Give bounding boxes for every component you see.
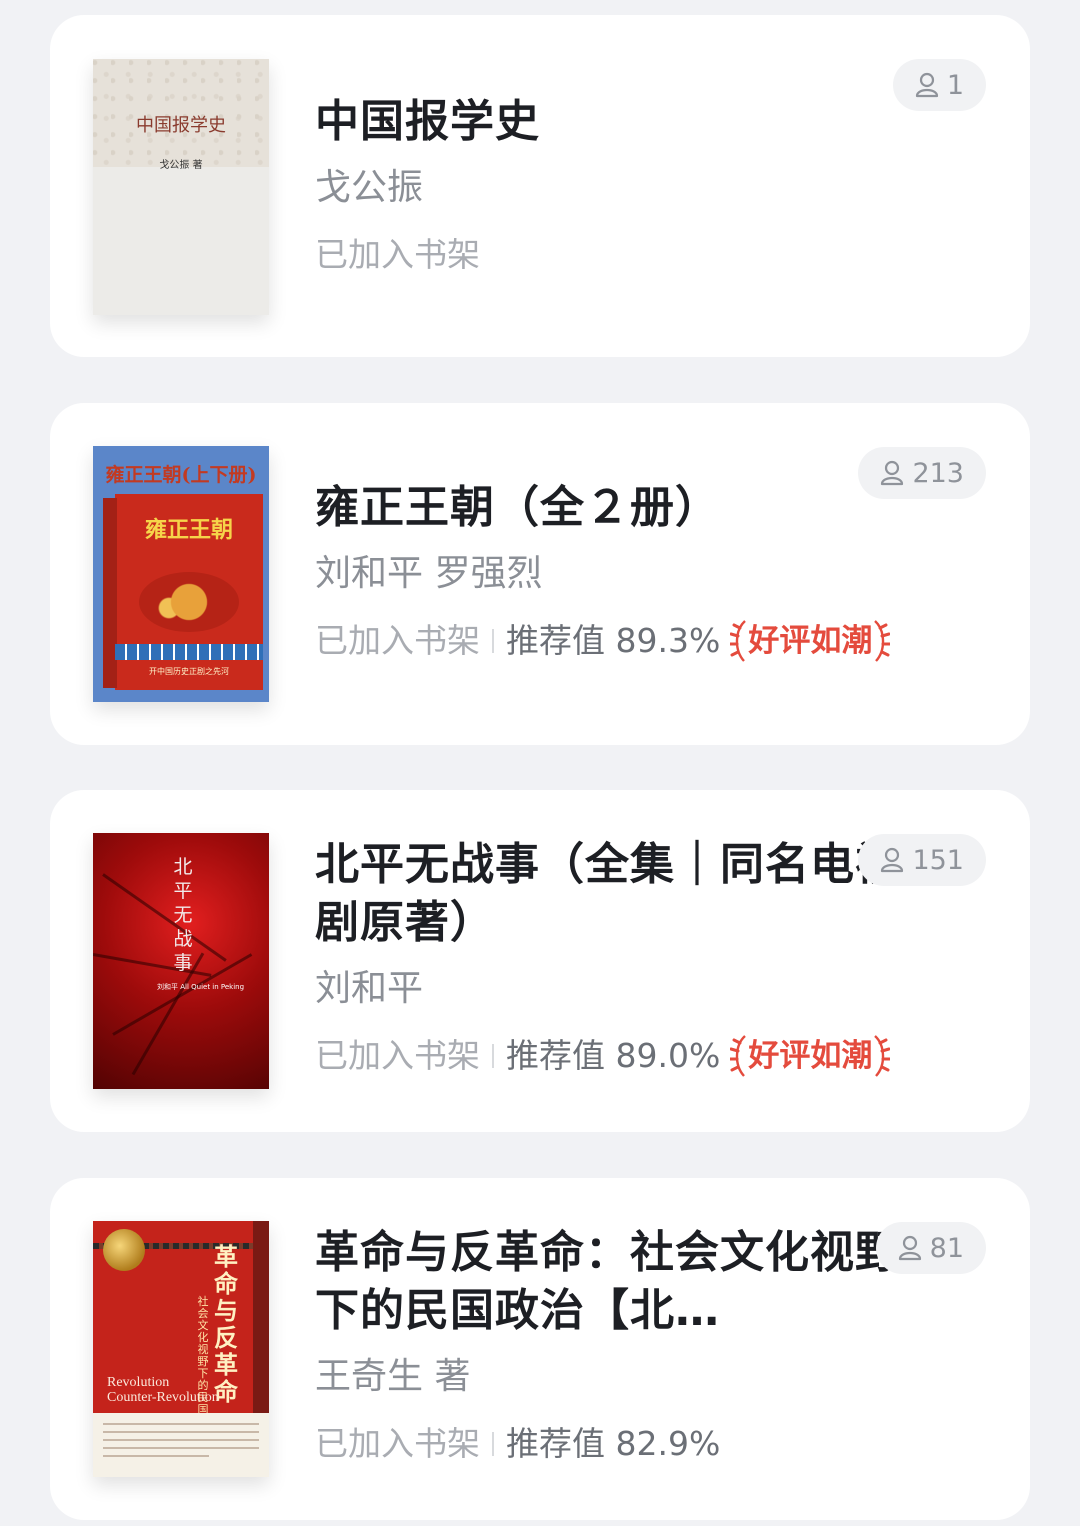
recommend-value: 推荐值 89.3% <box>506 621 721 660</box>
book-meta: 已加入书架 推荐值 82.9% <box>315 1420 920 1468</box>
cover-small-text: 刘和平 All Quiet in Peking <box>157 983 245 991</box>
laurel-right-icon <box>874 620 891 662</box>
cover-blurb-line <box>103 1439 259 1441</box>
book-meta: 已加入书架 <box>315 231 920 279</box>
badge-label: 好评如潮 <box>748 1038 873 1074</box>
cover-author: 戈公振 著 <box>159 160 203 171</box>
recommend-value: 推荐值 89.0% <box>506 1036 721 1075</box>
meta-divider <box>492 1044 494 1068</box>
cover-lantern-art <box>103 1229 145 1271</box>
shelf-status: 已加入书架 <box>315 235 480 274</box>
reader-count: 151 <box>912 844 964 876</box>
badge-label: 好评如潮 <box>748 623 873 659</box>
cover-vein <box>102 873 227 962</box>
book-title[interactable]: 雍正王朝（全２册） <box>315 479 920 537</box>
reader-count-pill[interactable]: 151 <box>858 834 986 886</box>
cover-english-line: Counter-Revolution <box>107 1390 219 1405</box>
book-title[interactable]: 北平无战事（全集｜同名电视剧原著） <box>315 836 920 952</box>
cover-blurb-line <box>103 1455 209 1457</box>
book-meta: 已加入书架 推荐值 89.3% 好评如潮 <box>315 617 920 665</box>
book-meta: 已加入书架 推荐值 89.0% 好评如潮 <box>315 1032 920 1080</box>
cover-title: 北平无战事 <box>173 856 193 974</box>
shelf-status: 已加入书架 <box>315 1036 480 1075</box>
cover-blurb-line <box>103 1423 259 1425</box>
book-card[interactable]: 革命与反革命 社会文化视野下的民国政治 Revolution Counter-R… <box>50 1178 1030 1520</box>
laurel-left-icon <box>730 1035 747 1077</box>
book-author[interactable]: 刘和平 罗强烈 <box>315 549 920 599</box>
book-card[interactable]: 中国报学史 戈公振 著 中国报学史 戈公振 已加入书架 1 <box>50 15 1030 357</box>
cover-strip <box>253 1221 269 1413</box>
meta-divider <box>492 1432 494 1456</box>
cover-title: 中国报学史 <box>136 115 226 136</box>
cover-dragon-art <box>139 572 239 632</box>
shelf-status: 已加入书架 <box>315 1424 480 1463</box>
cover-top-title: 雍正王朝(上下册) <box>105 464 257 486</box>
book-cover[interactable]: 中国报学史 戈公振 著 <box>93 59 269 315</box>
person-icon <box>915 72 938 98</box>
cover-blurb-area <box>93 1413 269 1477</box>
recommend-value: 推荐值 82.9% <box>506 1424 721 1463</box>
person-icon <box>898 1235 921 1261</box>
book-title[interactable]: 中国报学史 <box>315 93 920 151</box>
book-card[interactable]: 北平无战事 刘和平 All Quiet in Peking 北平无战事（全集｜同… <box>50 790 1030 1132</box>
cover-title: 雍正王朝 <box>144 517 233 543</box>
cover-blurb-line <box>103 1447 259 1449</box>
shelf-status: 已加入书架 <box>315 621 480 660</box>
reader-count: 81 <box>929 1232 964 1264</box>
cover-slogan: 开中国历史正剧之先河 <box>149 667 229 676</box>
cover-english-line: Revolution <box>107 1375 170 1390</box>
rating-badge: 好评如潮 <box>730 1032 891 1080</box>
laurel-left-icon <box>730 620 747 662</box>
book-cover[interactable]: 北平无战事 刘和平 All Quiet in Peking <box>93 833 269 1089</box>
person-icon <box>881 847 904 873</box>
book-card[interactable]: 雍正王朝(上下册) 雍正王朝 开中国历史正剧之先河 雍正王朝（全２册） 刘和平 … <box>50 403 1030 745</box>
reader-count: 213 <box>912 457 964 489</box>
person-icon <box>881 460 904 486</box>
cover-blurb-line <box>103 1431 259 1433</box>
cover-english-title: Revolution Counter-Revolution <box>107 1375 219 1405</box>
rating-badge: 好评如潮 <box>730 617 891 665</box>
meta-divider <box>492 629 494 653</box>
cover-wave-art <box>115 644 263 660</box>
book-cover[interactable]: 革命与反革命 社会文化视野下的民国政治 Revolution Counter-R… <box>93 1221 269 1477</box>
reader-count: 1 <box>946 69 964 101</box>
book-cover[interactable]: 雍正王朝(上下册) 雍正王朝 开中国历史正剧之先河 <box>93 446 269 702</box>
book-author[interactable]: 刘和平 <box>315 964 920 1014</box>
cover-book-box: 雍正王朝 开中国历史正剧之先河 <box>103 494 263 690</box>
book-author[interactable]: 戈公振 <box>315 163 920 213</box>
book-title[interactable]: 革命与反革命：社会文化视野下的民国政治【北… <box>315 1224 920 1340</box>
reader-count-pill[interactable]: 81 <box>875 1222 986 1274</box>
reader-count-pill[interactable]: 213 <box>858 447 986 499</box>
reader-count-pill[interactable]: 1 <box>892 59 986 111</box>
book-author[interactable]: 王奇生 著 <box>315 1352 920 1402</box>
laurel-right-icon <box>874 1035 891 1077</box>
